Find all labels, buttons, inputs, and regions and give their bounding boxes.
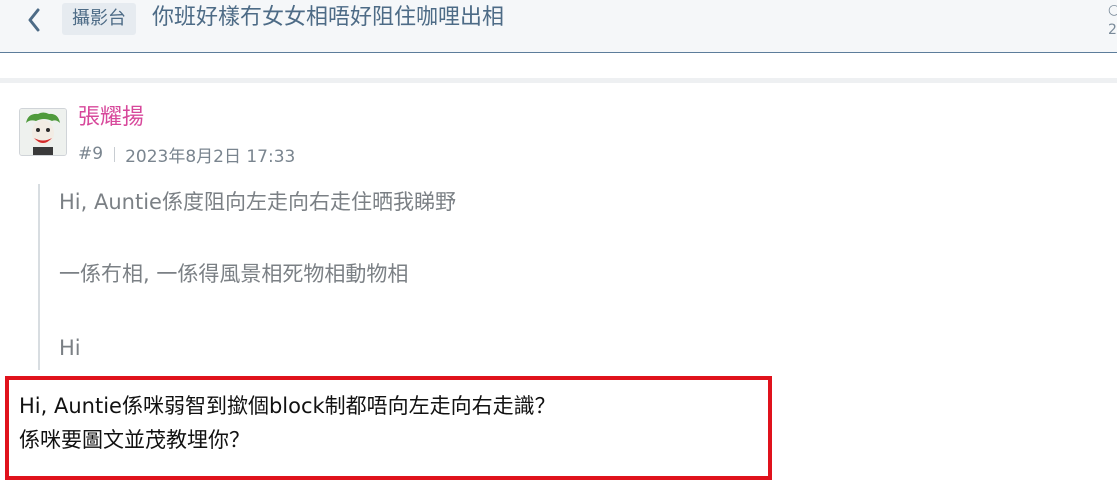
quote-line: Hi [59, 336, 81, 360]
back-button[interactable] [20, 4, 48, 32]
section-divider [0, 78, 1117, 83]
thread-page: 攝影台 你班好樣冇女女相唔好阻住咖哩出相 ○ 2 張耀揚 #9 2023年8月2日… [0, 0, 1117, 500]
meta-separator [114, 146, 116, 162]
author-name[interactable]: 張耀揚 [78, 102, 144, 134]
thread-title: 你班好樣冇女女相唔好阻住咖哩出相 [152, 5, 505, 30]
post-date: 2023年8月2日 17:33 [125, 146, 296, 167]
avatar-image [20, 109, 66, 155]
post-meta: #9 2023年8月2日 17:33 [78, 141, 295, 167]
thread-header: 攝影台 你班好樣冇女女相唔好阻住咖哩出相 ○ 2 [0, 0, 1117, 53]
quote-border [38, 184, 40, 370]
category-badge[interactable]: 攝影台 [62, 3, 136, 35]
quote-line: 一係冇相, 一係得風景相死物相動物相 [59, 262, 409, 286]
edge-status-icon: ○ 2 [1108, 2, 1117, 38]
reply-line: Hi, Auntie係咪弱智到撳個block制都唔向左走向右走識？ [19, 394, 556, 418]
user-avatar[interactable] [19, 108, 67, 156]
chevron-left-icon [28, 8, 40, 32]
reply-line: 係咪要圖文並茂教埋你？ [19, 428, 250, 452]
quote-line: Hi, Auntie係度阻向左走向右走住晒我睇野 [59, 190, 456, 214]
post-number[interactable]: #9 [78, 144, 103, 164]
